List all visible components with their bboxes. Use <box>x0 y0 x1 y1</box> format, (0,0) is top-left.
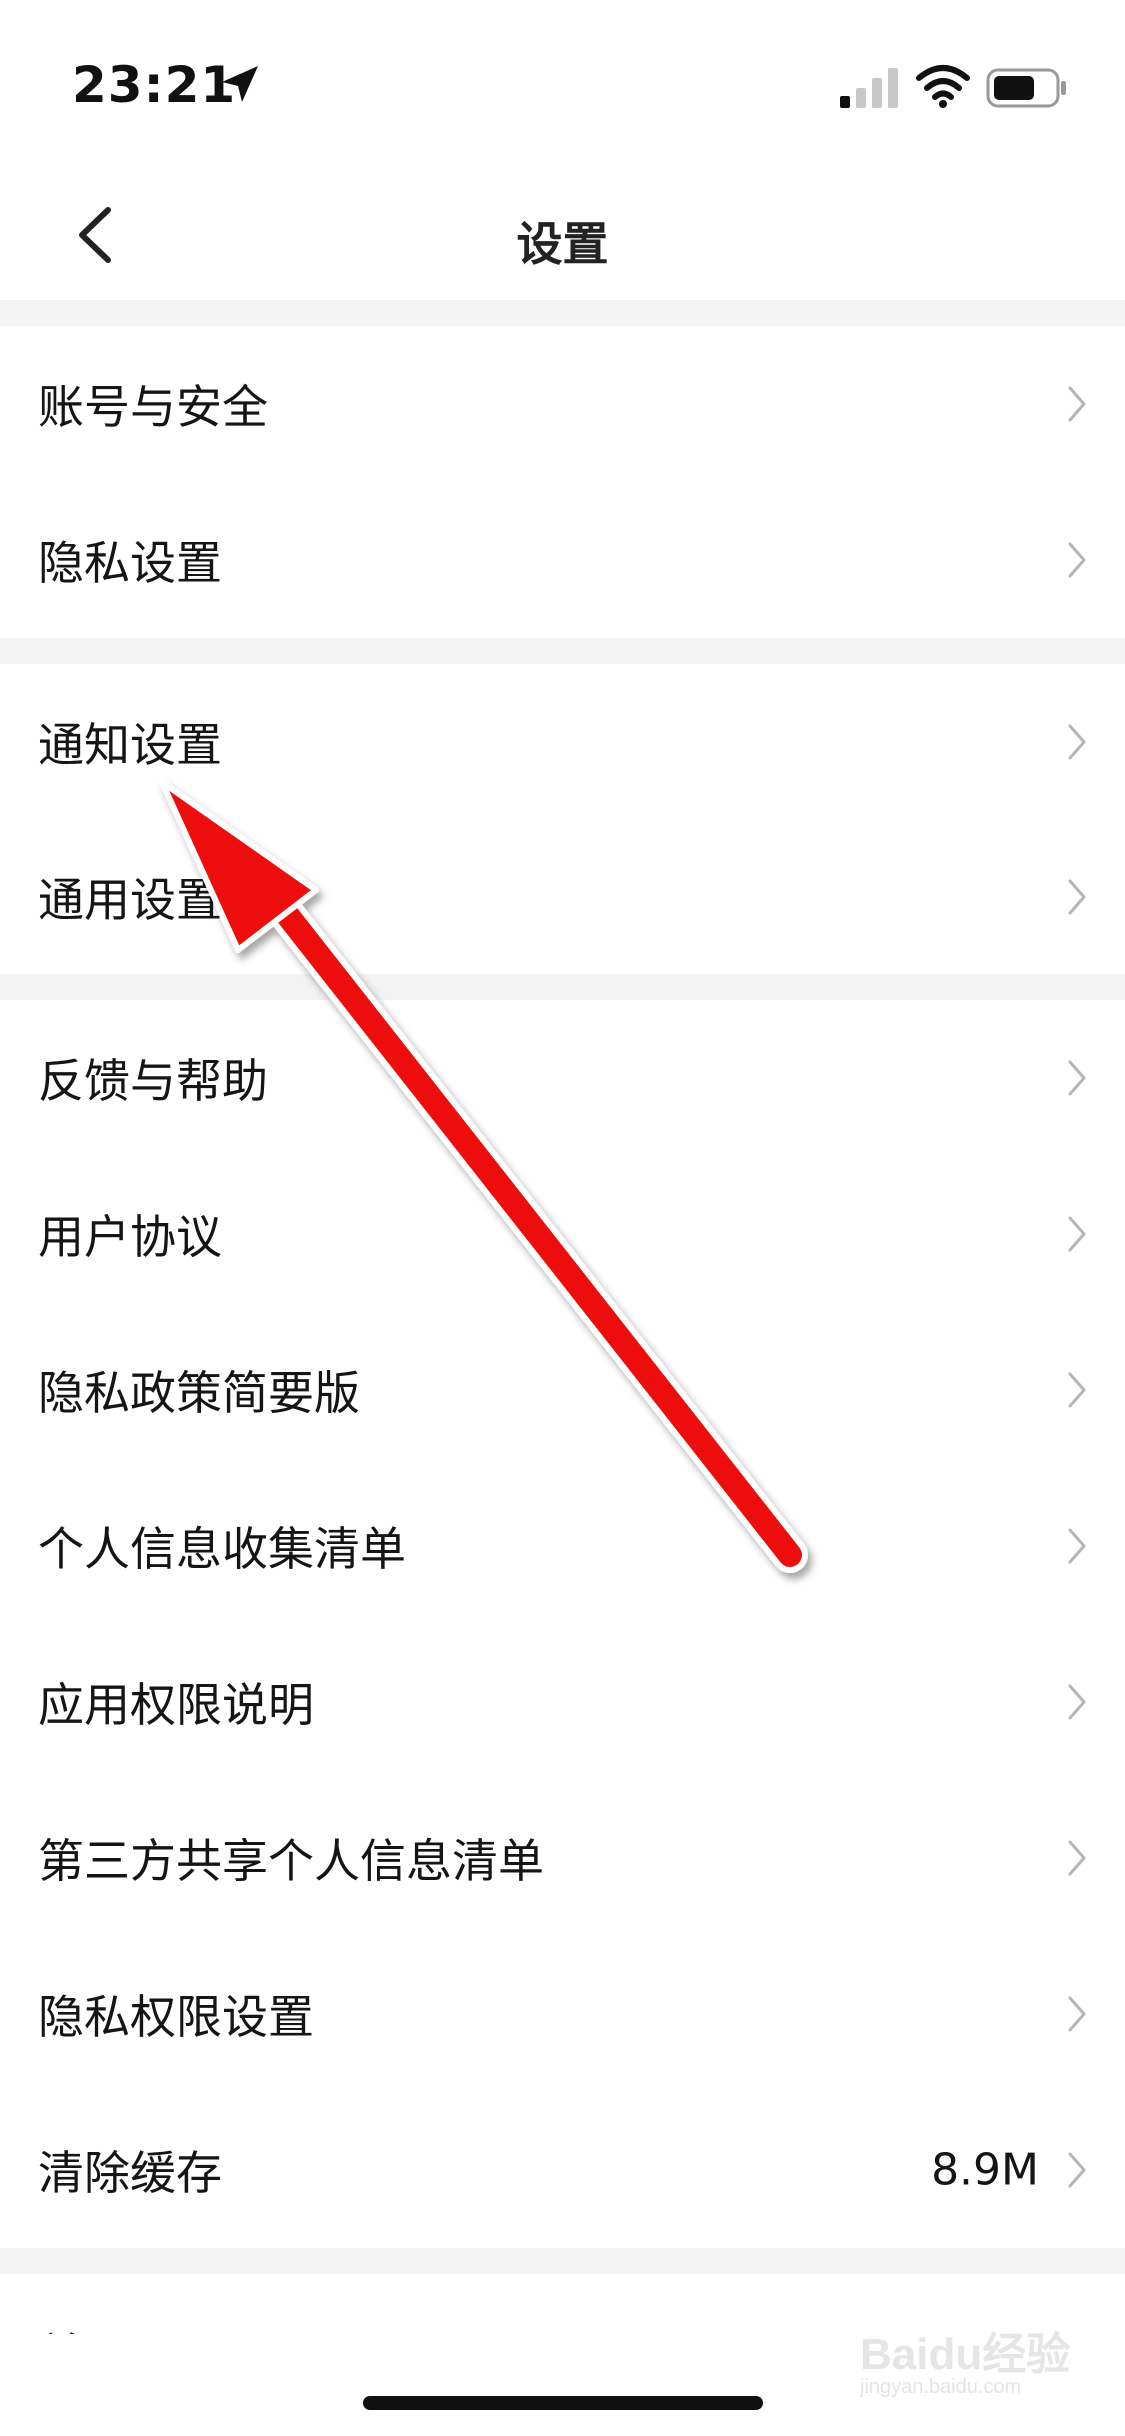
settings-item-label: 应用权限说明 <box>38 1678 314 1732</box>
settings-item-personal-info-list[interactable]: 个人信息收集清单 <box>0 1468 1125 1624</box>
chevron-right-icon <box>1068 1060 1086 1096</box>
home-indicator[interactable] <box>363 2396 763 2410</box>
chevron-right-icon <box>1068 1684 1086 1720</box>
battery-icon <box>986 68 1066 108</box>
settings-item-privacy-permissions[interactable]: 隐私权限设置 <box>0 1936 1125 2092</box>
chevron-right-icon <box>1068 1372 1086 1408</box>
cellular-signal-icon <box>840 68 898 108</box>
settings-item-user-agreement[interactable]: 用户协议 <box>0 1156 1125 1312</box>
chevron-right-icon <box>1068 542 1086 578</box>
chevron-right-icon <box>1068 1528 1086 1564</box>
settings-item-label: 账号与安全 <box>38 380 268 434</box>
group-divider <box>0 300 1125 326</box>
chevron-right-icon <box>1068 1216 1086 1252</box>
watermark: Baidu经验 jingyan.baidu.com <box>860 2318 1090 2408</box>
settings-item-notifications[interactable]: 通知设置 <box>0 664 1125 819</box>
settings-item-account-security[interactable]: 账号与安全 <box>0 326 1125 482</box>
settings-item-label: 隐私权限设置 <box>38 1990 314 2044</box>
watermark-url: jingyan.baidu.com <box>860 2376 1022 2398</box>
settings-item-label: 通用设置 <box>38 872 222 927</box>
settings-item-app-permissions[interactable]: 应用权限说明 <box>0 1624 1125 1780</box>
status-time: 23:21 <box>72 56 237 114</box>
settings-item-clear-cache[interactable]: 清除缓存 8.9M <box>0 2092 1125 2248</box>
settings-item-general[interactable]: 通用设置 <box>0 819 1125 974</box>
settings-item-privacy[interactable]: 隐私设置 <box>0 482 1125 638</box>
chevron-right-icon <box>1068 2152 1086 2188</box>
chevron-right-icon <box>1068 386 1086 422</box>
navigation-bar: 设置 <box>0 170 1125 300</box>
group-divider <box>0 2248 1125 2274</box>
settings-item-third-party-sharing[interactable]: 第三方共享个人信息清单 <box>0 1780 1125 1936</box>
wifi-icon <box>916 65 970 108</box>
settings-item-label: 个人信息收集清单 <box>38 1522 406 1576</box>
location-arrow-icon <box>222 66 258 102</box>
settings-item-label: 用户协议 <box>38 1210 222 1264</box>
settings-item-label: 隐私政策简要版 <box>38 1366 360 1420</box>
settings-item-label: 第三方共享个人信息清单 <box>38 1834 544 1888</box>
settings-item-label: 清除缓存 <box>38 2146 222 2200</box>
chevron-right-icon <box>1068 879 1086 914</box>
group-divider <box>0 638 1125 664</box>
group-divider <box>0 974 1125 1000</box>
chevron-right-icon <box>1068 724 1086 759</box>
cache-size-value: 8.9M <box>931 2144 1039 2196</box>
page-title: 设置 <box>516 217 609 271</box>
settings-item-label: 通知设置 <box>38 717 222 772</box>
settings-item-feedback-help[interactable]: 反馈与帮助 <box>0 1000 1125 1156</box>
chevron-right-icon <box>1068 1840 1086 1876</box>
chevron-right-icon <box>1068 1996 1086 2032</box>
settings-item-label: 反馈与帮助 <box>38 1054 268 1108</box>
status-bar: 23:21 <box>0 0 1125 170</box>
watermark-brand: Baidu经验 <box>860 2330 1071 2379</box>
settings-item-privacy-policy-summary[interactable]: 隐私政策简要版 <box>0 1312 1125 1468</box>
settings-item-label: 隐私设置 <box>38 536 222 590</box>
